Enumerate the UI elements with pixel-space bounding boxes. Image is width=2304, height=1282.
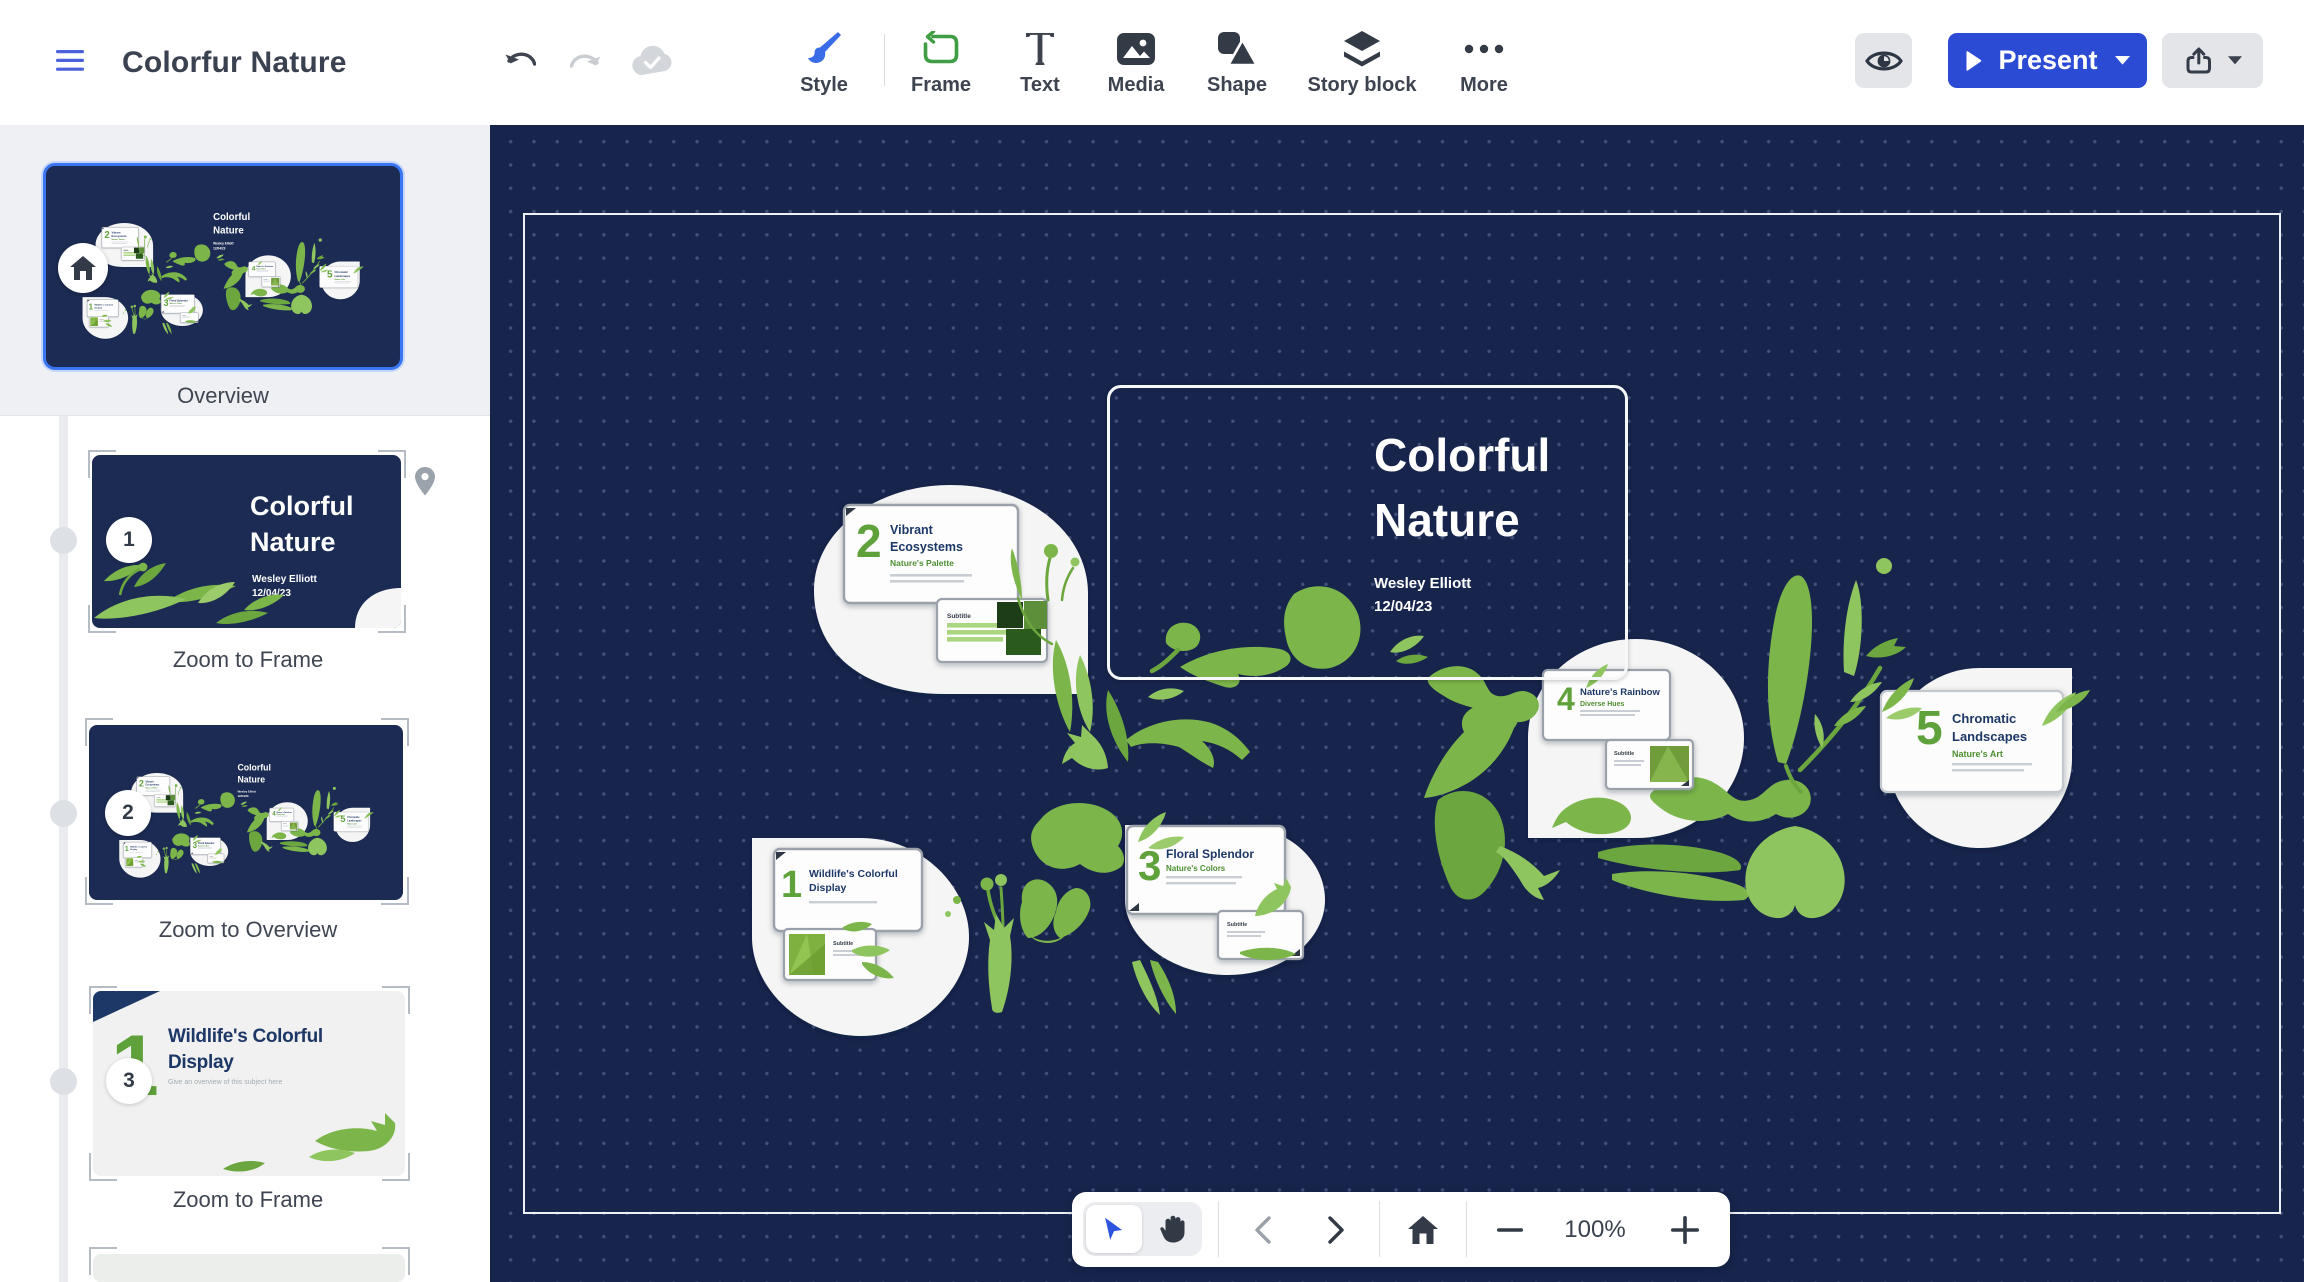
svg-text:Give an overview of this subje: Give an overview of this subject here [168,1079,282,1086]
svg-text:Colorful: Colorful [250,491,353,521]
svg-text:Nature: Nature [250,527,336,557]
svg-text:Wildlife's Colorful: Wildlife's Colorful [168,1026,323,1047]
svg-text:Display: Display [168,1052,234,1073]
svg-text:Wesley Elliott: Wesley Elliott [252,574,318,585]
